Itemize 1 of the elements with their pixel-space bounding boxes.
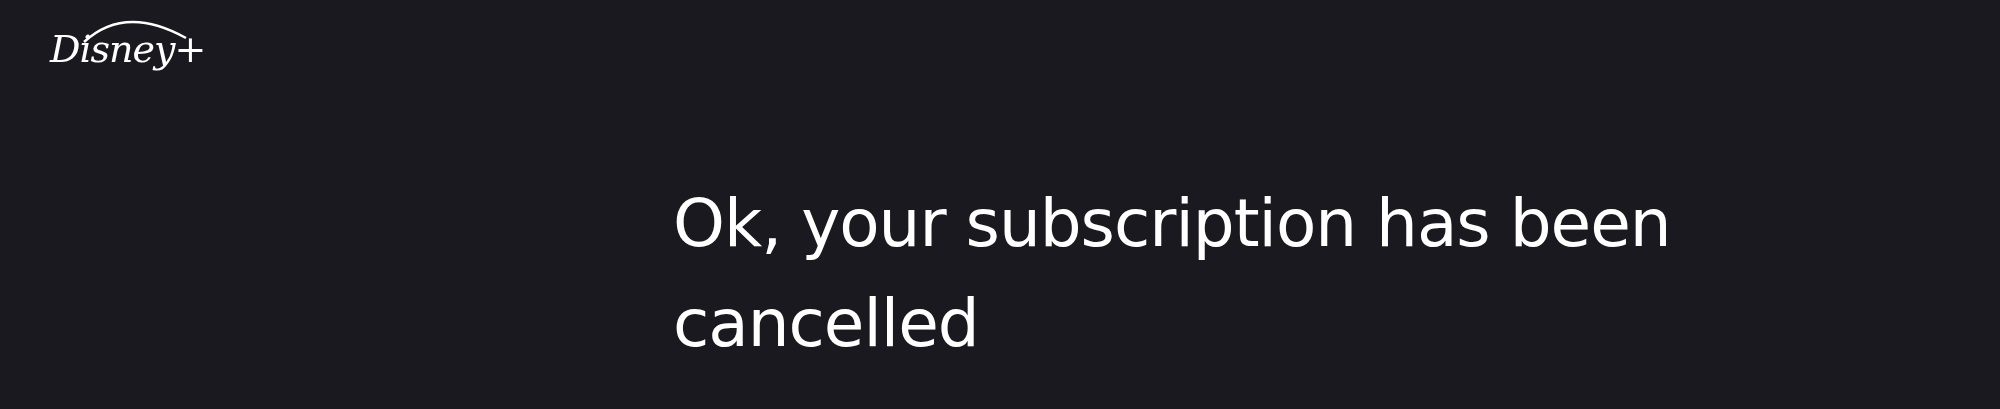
page-heading: Ok, your subscription has been cancelled [673, 184, 1672, 364]
